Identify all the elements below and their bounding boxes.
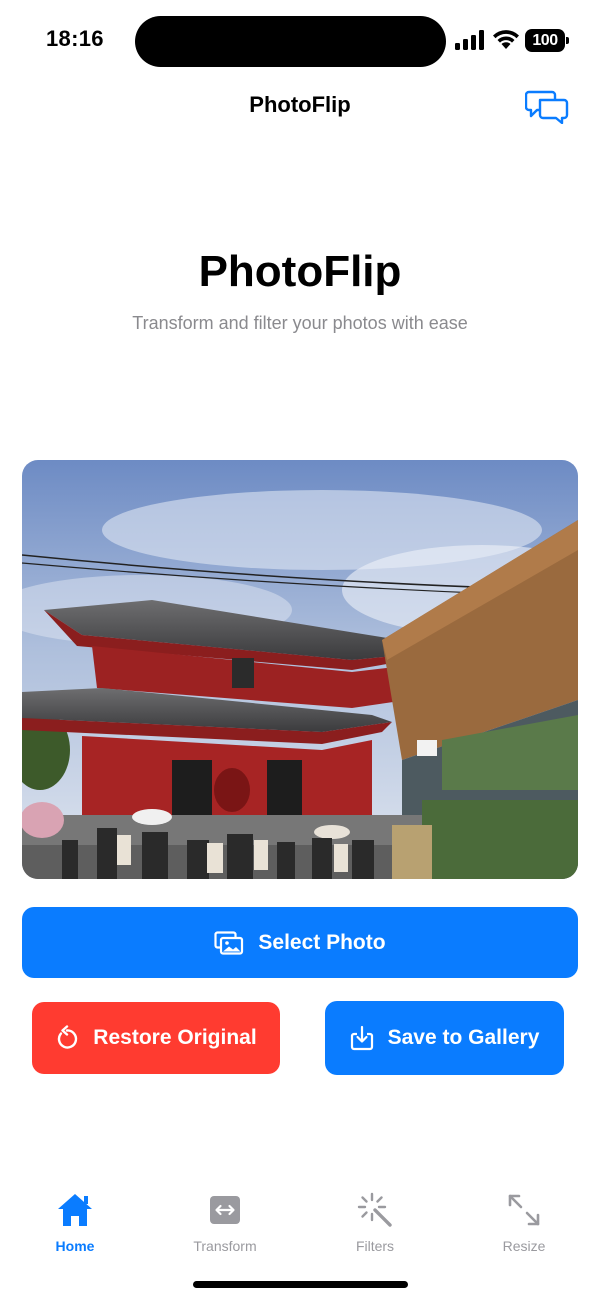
tab-filters[interactable]: Filters: [320, 1180, 430, 1255]
resize-arrows-icon: [504, 1190, 544, 1230]
nav-title: PhotoFlip: [249, 92, 351, 117]
tab-home[interactable]: Home: [20, 1180, 130, 1255]
photos-icon: [214, 930, 244, 955]
home-indicator[interactable]: [193, 1281, 408, 1288]
tab-transform[interactable]: Transform: [170, 1180, 280, 1255]
magic-wand-icon: [355, 1190, 395, 1230]
hero-subtitle: Transform and filter your photos with ea…: [132, 313, 468, 333]
select-photo-button[interactable]: Select Photo: [22, 907, 578, 978]
signal-icon: [455, 30, 484, 50]
tab-resize[interactable]: Resize: [469, 1180, 579, 1255]
save-to-gallery-button[interactable]: Save to Gallery: [325, 1001, 564, 1075]
save-to-gallery-label: Save to Gallery: [387, 1026, 540, 1049]
download-icon: [350, 1025, 374, 1051]
status-time: 18:16: [46, 26, 104, 51]
wifi-icon: [493, 30, 519, 49]
battery-icon: 100: [525, 29, 569, 52]
tab-label-transform: Transform: [193, 1238, 257, 1254]
restore-icon: [55, 1025, 79, 1051]
select-photo-label: Select Photo: [258, 930, 386, 954]
transform-icon: [205, 1190, 245, 1230]
photo-preview: [22, 460, 578, 879]
chat-button[interactable]: [522, 86, 572, 126]
tab-label-resize: Resize: [502, 1238, 546, 1254]
chat-bubbles-icon: [525, 90, 569, 124]
tab-label-filters: Filters: [355, 1238, 395, 1254]
hero-title: PhotoFlip: [198, 247, 402, 296]
dynamic-island: [135, 16, 446, 67]
battery-level: 100: [525, 29, 565, 52]
status-bar: 18:16 100: [0, 0, 600, 80]
house-icon: [55, 1190, 95, 1230]
tab-bar: Home Transform Filters Resize: [0, 1180, 600, 1260]
tab-label-home: Home: [55, 1238, 95, 1254]
restore-original-button[interactable]: Restore Original: [32, 1002, 280, 1074]
restore-original-label: Restore Original: [93, 1026, 257, 1049]
